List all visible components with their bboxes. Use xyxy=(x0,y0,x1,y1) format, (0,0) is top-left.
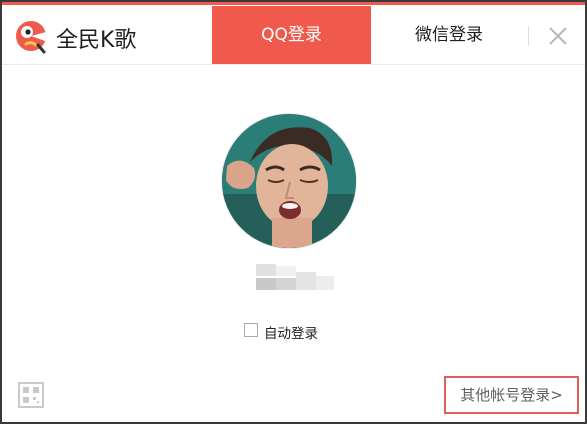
kge-logo-icon xyxy=(16,21,47,54)
login-window: 全民K歌 QQ登录 微信登录 自动登录 其他帐号登录> xyxy=(0,0,587,424)
avatar-photo xyxy=(222,114,356,248)
auto-login-label: 自动登录 xyxy=(264,326,318,342)
nickname-blurred xyxy=(256,264,334,290)
auto-login-checkbox[interactable] xyxy=(244,323,258,337)
accent-topline xyxy=(2,2,585,5)
close-icon[interactable] xyxy=(546,24,570,48)
qr-code-icon[interactable] xyxy=(18,382,44,408)
other-account-login-button[interactable]: 其他帐号登录> xyxy=(444,376,579,414)
tab-wechat-login[interactable]: 微信登录 xyxy=(371,6,527,64)
app-title: 全民K歌 xyxy=(56,28,137,53)
header-divider xyxy=(528,26,529,46)
header-bar: 全民K歌 QQ登录 微信登录 xyxy=(2,6,585,65)
tab-qq-login[interactable]: QQ登录 xyxy=(212,6,371,64)
user-avatar[interactable] xyxy=(222,114,356,248)
